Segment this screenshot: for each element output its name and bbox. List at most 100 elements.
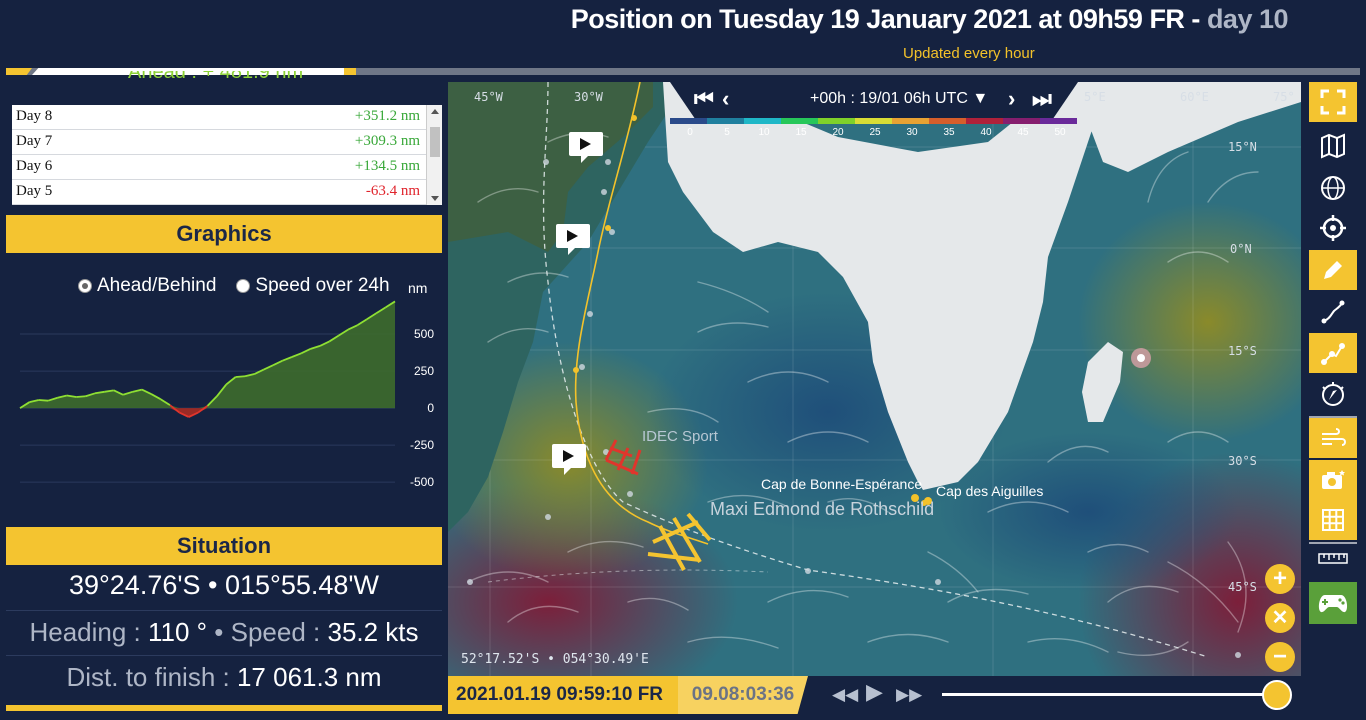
- photo-layer-button[interactable]: [1309, 460, 1357, 500]
- center-boat-button[interactable]: [1309, 208, 1357, 248]
- camera-icon: [1322, 470, 1345, 489]
- forecast-time[interactable]: +00h : 19/01 06h UTC ▼: [810, 90, 988, 108]
- map-button[interactable]: [1309, 126, 1357, 166]
- wind-scale-segment: [929, 118, 966, 124]
- wind-scale-segment: [744, 118, 781, 124]
- scroll-down-icon[interactable]: [431, 196, 439, 201]
- wind-layer-button[interactable]: [1309, 418, 1357, 458]
- day-value: +134.5 nm: [354, 158, 420, 174]
- route-button[interactable]: [1309, 292, 1357, 332]
- draw-button[interactable]: [1309, 250, 1357, 290]
- wind-scale-label: 30: [906, 127, 918, 138]
- series-line-segment: [38, 399, 49, 402]
- play-icon[interactable]: ▶: [866, 681, 883, 703]
- speed-key: Speed :: [230, 617, 328, 647]
- game-button[interactable]: [1309, 582, 1357, 624]
- route-icon: [1321, 300, 1345, 324]
- series-line-segment: [76, 395, 86, 398]
- y-tick-label: 0: [427, 401, 434, 415]
- app-root: Position on Tuesday 19 January 2021 at 0…: [0, 0, 1366, 720]
- chart-mode-selector: Ahead/Behind Speed over 24h: [78, 275, 390, 297]
- ahead-behind-label[interactable]: Ahead/Behind: [97, 275, 216, 297]
- wind-speed-scale: 0 5 10 15 20 25 30 35 40 45 50: [670, 118, 1080, 138]
- cursor-coords: 52°17.52'S • 054°30.49'E: [461, 652, 649, 667]
- position-coords: 39°24.76'S • 015°55.48'W: [68, 570, 380, 600]
- waypoints-icon: [1321, 343, 1345, 365]
- fullscreen-button[interactable]: [1309, 82, 1357, 122]
- forecast-time-control: ⏮ ‹ +00h : 19/01 06h UTC ▼ › ⏭: [670, 82, 1078, 118]
- graphics-header: Graphics: [6, 215, 442, 253]
- playback-slider-knob[interactable]: [1262, 680, 1292, 710]
- fast-forward-icon[interactable]: ▶▶: [896, 685, 922, 705]
- day-label: Day 5: [16, 183, 53, 199]
- grid-layer-button[interactable]: [1309, 500, 1357, 540]
- dist-key: Dist. to finish :: [66, 662, 237, 692]
- compass-icon: [1322, 382, 1344, 406]
- y-tick-label: 500: [414, 327, 434, 341]
- situation-header: Situation: [6, 527, 442, 565]
- compass-button[interactable]: [1309, 374, 1357, 414]
- scroll-thumb[interactable]: [430, 127, 440, 157]
- ruler-button[interactable]: [1309, 544, 1357, 574]
- lon-label: 45°W: [474, 90, 503, 104]
- lat-label: 15°S: [1228, 344, 1257, 358]
- rewind-icon[interactable]: ◀◀: [832, 685, 858, 705]
- video-play-icon[interactable]: [569, 132, 603, 163]
- wind-scale-segment: [966, 118, 1003, 124]
- wind-scale-label: 35: [943, 127, 955, 138]
- heading-speed: Heading : 110 ° • Speed : 35.2 kts: [6, 617, 442, 648]
- zoom-out-button[interactable]: −: [1265, 642, 1295, 672]
- strip-accent-2: [344, 68, 356, 75]
- day-label: Day 6: [16, 158, 53, 174]
- playback-bar: 2021.01.19 09:59:10 FR 09.08:03:36 ◀◀ ▶ …: [448, 676, 1301, 714]
- wind-scale-segment: [855, 118, 892, 124]
- map-canvas[interactable]: [448, 82, 1301, 676]
- video-play-icon[interactable]: [556, 224, 590, 255]
- y-tick-label: 250: [414, 364, 434, 378]
- ahead-area: [20, 301, 395, 409]
- lon-label: 5°E: [1084, 90, 1106, 104]
- reset-icon[interactable]: ✕: [1265, 603, 1295, 633]
- race-map[interactable]: 45°W 30°W 5°E 60°E 75° 15°N 0°N 15°S 30°…: [448, 82, 1301, 676]
- idec-boat-label[interactable]: IDEC Sport: [642, 428, 718, 445]
- day-value: -63.4 nm: [365, 183, 420, 199]
- cape-good-hope-label: Cap de Bonne-Espérance: [761, 476, 923, 492]
- wind-scale-segment: [1003, 118, 1040, 124]
- first-step-icon[interactable]: ⏮: [694, 87, 714, 111]
- ruler-icon: [1318, 553, 1348, 564]
- maxi-boat-label[interactable]: Maxi Edmond de Rothschild: [710, 499, 934, 520]
- next-step-icon[interactable]: ›: [1008, 87, 1015, 111]
- video-play-icon[interactable]: [552, 444, 586, 475]
- zoom-in-button[interactable]: +: [1265, 564, 1295, 594]
- waypoints-button[interactable]: [1309, 333, 1357, 373]
- ahead-value: Ahead : + 481.9 nm: [128, 71, 303, 85]
- heading-value: 110 °: [147, 617, 208, 647]
- day-label: Day 8: [16, 108, 53, 124]
- gamepad-icon: [1318, 595, 1348, 613]
- prev-step-icon[interactable]: ‹: [722, 87, 729, 111]
- update-notice: Updated every hour: [903, 45, 1035, 62]
- scroll-up-icon[interactable]: [431, 109, 439, 114]
- table-scrollbar[interactable]: [426, 105, 442, 205]
- speed-24h-label[interactable]: Speed over 24h: [255, 275, 389, 297]
- wind-icon: [1322, 428, 1346, 446]
- lon-label: 60°E: [1180, 90, 1209, 104]
- pencil-icon: [1324, 261, 1342, 279]
- lat-label: 45°S: [1228, 580, 1257, 594]
- day-value: +351.2 nm: [354, 108, 420, 124]
- divider: [6, 655, 442, 656]
- fullscreen-icon: [1320, 89, 1346, 115]
- wind-scale-segment: [892, 118, 929, 124]
- daily-progress-table[interactable]: Day 8 +351.2 nm Day 7 +309.3 nm Day 6 +134.…: [12, 105, 426, 205]
- heading-key: Heading :: [29, 617, 148, 647]
- day-label: day 10: [1206, 4, 1289, 34]
- globe-button[interactable]: [1309, 168, 1357, 208]
- speed-24h-radio[interactable]: [236, 279, 251, 293]
- ahead-behind-radio[interactable]: [78, 279, 92, 293]
- playback-slider[interactable]: [942, 693, 1272, 696]
- lat-label: 0°N: [1230, 242, 1252, 256]
- wind-scale-label: 40: [980, 127, 992, 138]
- wind-scale-segment: [781, 118, 818, 124]
- wind-scale-label: 0: [687, 127, 693, 138]
- last-step-icon[interactable]: ⏭: [1032, 87, 1052, 111]
